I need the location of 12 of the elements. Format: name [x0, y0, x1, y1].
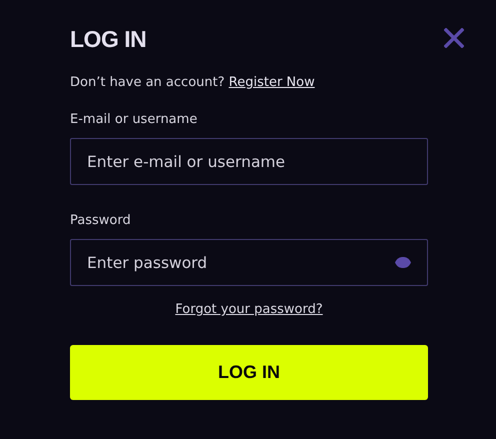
register-prompt: Don’t have an account? Register Now [70, 75, 316, 90]
field-label: E-mail or username [70, 112, 198, 127]
close-icon [444, 28, 464, 48]
input-field[interactable]: Enter e-mail or username [70, 138, 428, 185]
password-field[interactable]: Enter password [70, 239, 428, 286]
close-button[interactable] [443, 27, 465, 49]
login-button[interactable]: LOG IN [70, 345, 428, 400]
eye-icon[interactable] [394, 256, 412, 269]
forgot-password-link[interactable]: Forgot your password? [175, 302, 323, 317]
field-label: Password [70, 213, 132, 228]
dialog-title: LOG IN [70, 25, 148, 54]
register-link[interactable]: Register Now [228, 75, 315, 90]
